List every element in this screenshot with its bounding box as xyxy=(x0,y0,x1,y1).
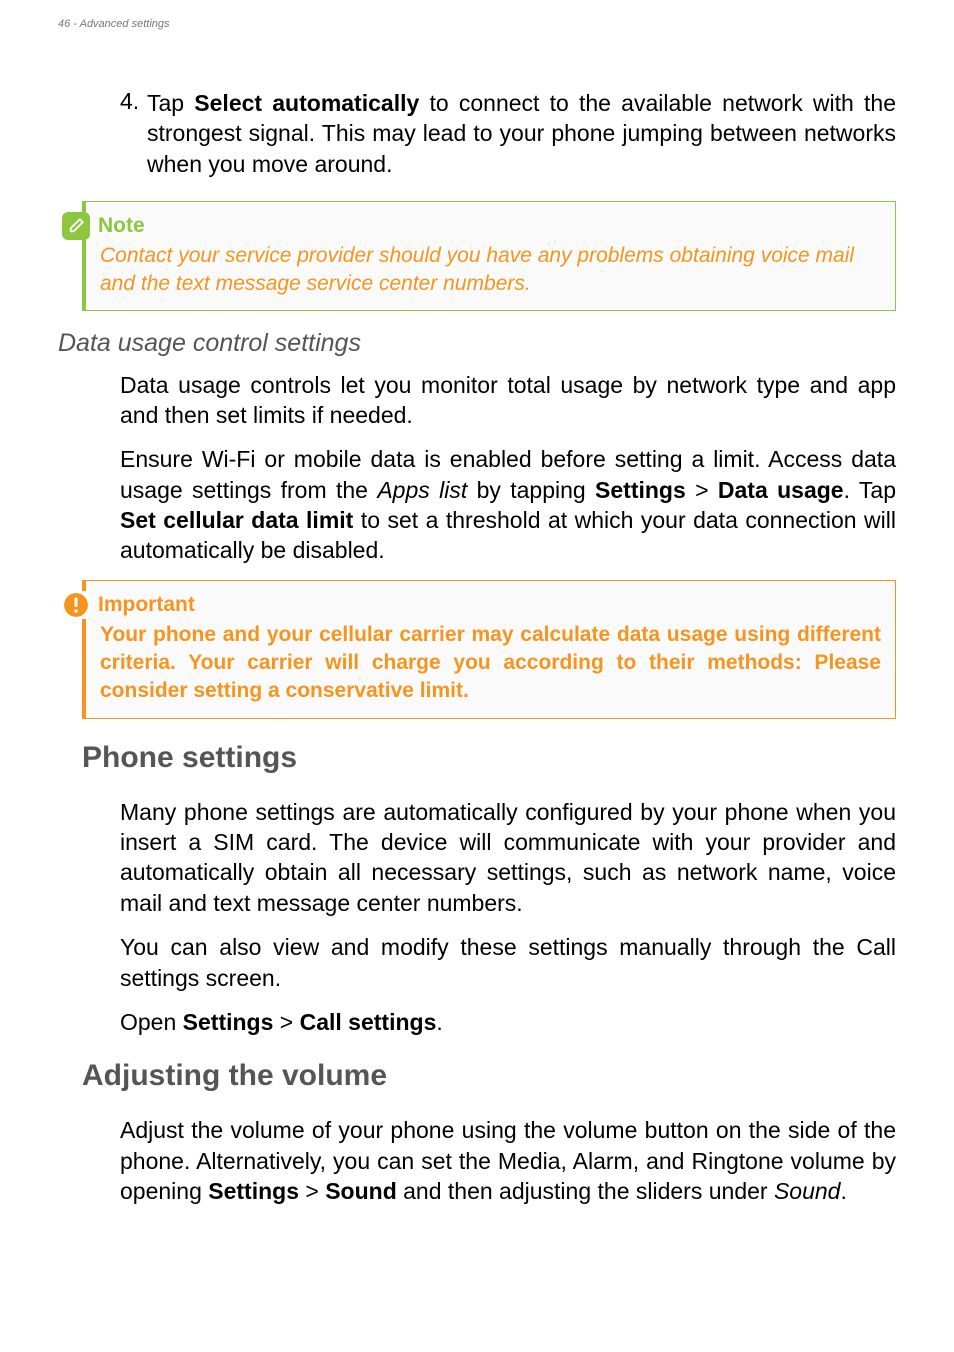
t: > xyxy=(299,1178,325,1204)
volume-heading: Adjusting the volume xyxy=(82,1059,896,1093)
t: . xyxy=(436,1009,442,1035)
bold-settings-2: Settings xyxy=(183,1009,274,1035)
bold-settings: Settings xyxy=(595,477,686,503)
data-usage-heading: Data usage control settings xyxy=(58,329,896,358)
data-usage-p2: Ensure Wi-Fi or mobile data is enabled b… xyxy=(120,444,896,565)
important-title: Important xyxy=(98,593,195,617)
step-4: 4. Tap Select automatically to connect t… xyxy=(120,88,896,179)
t: and then adjusting the sliders under xyxy=(397,1178,774,1204)
apps-list-ital: Apps list xyxy=(377,477,467,503)
t: by tapping xyxy=(467,477,595,503)
step-marker: 4. xyxy=(120,88,147,179)
t: > xyxy=(273,1009,299,1035)
note-header: Note xyxy=(100,212,881,240)
volume-p1: Adjust the volume of your phone using th… xyxy=(120,1115,896,1206)
t: Open xyxy=(120,1009,183,1035)
phone-settings-p3: Open Settings > Call settings. xyxy=(120,1007,896,1037)
data-usage-p1: Data usage controls let you monitor tota… xyxy=(120,370,896,431)
t: > xyxy=(686,477,718,503)
t: . Tap xyxy=(844,477,896,503)
bold-settings-3: Settings xyxy=(208,1178,299,1204)
bold-call-settings: Call settings xyxy=(300,1009,437,1035)
bold-set-limit: Set cellular data limit xyxy=(120,507,353,533)
t: Tap xyxy=(147,90,194,116)
important-header: Important xyxy=(100,591,881,619)
important-body: Your phone and your cellular carrier may… xyxy=(100,621,881,706)
bold-sound: Sound xyxy=(325,1178,397,1204)
phone-settings-p2: You can also view and modify these setti… xyxy=(120,932,896,993)
page-header: 46 - Advanced settings xyxy=(58,18,170,30)
note-title: Note xyxy=(98,214,145,238)
important-callout: Important Your phone and your cellular c… xyxy=(82,580,896,719)
bold-data-usage: Data usage xyxy=(718,477,844,503)
sound-ital: Sound xyxy=(774,1178,841,1204)
note-callout: Note Contact your service provider shoul… xyxy=(82,201,896,310)
t: . xyxy=(840,1178,846,1204)
step-text: Tap Select automatically to connect to t… xyxy=(147,88,896,179)
pencil-icon xyxy=(62,212,90,240)
page-content: 4. Tap Select automatically to connect t… xyxy=(120,88,896,1220)
bold-select-auto: Select automatically xyxy=(194,90,419,116)
phone-settings-p1: Many phone settings are automatically co… xyxy=(120,797,896,918)
note-body: Contact your service provider should you… xyxy=(100,242,881,297)
phone-settings-heading: Phone settings xyxy=(82,741,896,775)
warning-icon xyxy=(62,591,90,619)
